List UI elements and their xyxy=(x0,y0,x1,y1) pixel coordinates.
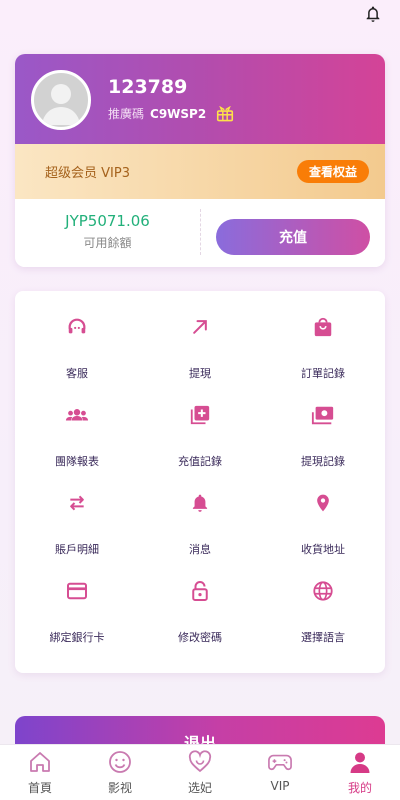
tab-home[interactable]: 首頁 xyxy=(0,745,80,800)
vip-level-label: 超级会员 VIP3 xyxy=(45,166,130,181)
promo-code-row: 推廣碼 C9WSP2 xyxy=(108,105,234,122)
shopping-bag-icon xyxy=(311,315,335,339)
tab-mine[interactable]: 我的 xyxy=(320,745,400,800)
menu-item-team-report[interactable]: 團隊報表 xyxy=(15,379,139,468)
heart-icon xyxy=(188,750,212,774)
tab-vip[interactable]: VIP xyxy=(240,745,320,800)
globe-icon xyxy=(311,579,335,603)
balance-area: JYP5071.06 可用餘額 充值 xyxy=(15,199,385,267)
menu-item-label: 綁定銀行卡 xyxy=(49,631,105,644)
bottom-tab-bar: 首頁 影视 选妃 VIP 我的 xyxy=(0,744,400,800)
recharge-button[interactable]: 充值 xyxy=(216,219,370,255)
home-icon xyxy=(28,750,52,774)
menu-item-label: 選擇語言 xyxy=(301,631,345,644)
divider xyxy=(200,209,201,255)
promo-code-label: 推廣碼 xyxy=(108,107,145,121)
swap-icon xyxy=(65,491,89,515)
menu-item-label: 修改密碼 xyxy=(178,631,222,644)
headset-icon xyxy=(65,315,89,339)
arrow-up-right-icon xyxy=(188,315,212,339)
menu-grid: 客服 提現 訂單記錄 團隊報表 充值記錄 提現記錄 賬戶明細 消息 收貨地址 綁… xyxy=(15,291,385,673)
balance-value: JYP5071.06 xyxy=(65,212,150,230)
location-pin-icon xyxy=(311,491,335,515)
menu-item-select-language[interactable]: 選擇語言 xyxy=(261,555,385,644)
tab-video[interactable]: 影视 xyxy=(80,745,160,800)
tab-label: 影视 xyxy=(107,781,132,795)
username: 123789 xyxy=(108,76,188,98)
menu-item-messages[interactable]: 消息 xyxy=(138,467,262,556)
avatar[interactable] xyxy=(31,70,91,130)
view-benefits-button[interactable]: 查看权益 xyxy=(296,160,369,183)
tab-label: 首頁 xyxy=(27,781,52,795)
tab-select[interactable]: 选妃 xyxy=(160,745,240,800)
menu-item-change-password[interactable]: 修改密碼 xyxy=(138,555,262,644)
menu-item-withdraw[interactable]: 提現 xyxy=(138,291,262,380)
cash-icon xyxy=(311,403,335,427)
bell-icon xyxy=(188,491,212,515)
gamepad-icon xyxy=(268,750,292,774)
promo-code-value: C9WSP2 xyxy=(150,106,207,121)
profile-header: 123789 推廣碼 C9WSP2 xyxy=(15,54,385,146)
menu-item-order-records[interactable]: 訂單記錄 xyxy=(261,291,385,380)
gift-icon[interactable] xyxy=(216,105,234,122)
user-icon xyxy=(348,750,372,774)
menu-item-account-details[interactable]: 賬戶明細 xyxy=(15,467,139,556)
smile-icon xyxy=(108,750,132,774)
menu-item-shipping-address[interactable]: 收貨地址 xyxy=(261,467,385,556)
tab-label: VIP xyxy=(270,779,290,793)
tab-label: 选妃 xyxy=(187,781,212,795)
credit-card-icon xyxy=(65,579,89,603)
team-icon xyxy=(65,403,89,427)
profile-card: 123789 推廣碼 C9WSP2 超级会员 VIP3 查看权益 JYP5071… xyxy=(15,54,385,267)
lock-icon xyxy=(188,579,212,603)
menu-item-customer-service[interactable]: 客服 xyxy=(15,291,139,380)
vip-band: 超级会员 VIP3 查看权益 xyxy=(15,144,385,199)
balance-label: 可用餘額 xyxy=(83,236,132,250)
menu-item-withdraw-records[interactable]: 提現記錄 xyxy=(261,379,385,468)
menu-item-recharge-records[interactable]: 充值記錄 xyxy=(138,379,262,468)
tab-label: 我的 xyxy=(347,781,372,795)
add-box-icon xyxy=(188,403,212,427)
menu-item-bind-bank-card[interactable]: 綁定銀行卡 xyxy=(15,555,139,644)
notification-bell-icon[interactable] xyxy=(362,2,384,26)
